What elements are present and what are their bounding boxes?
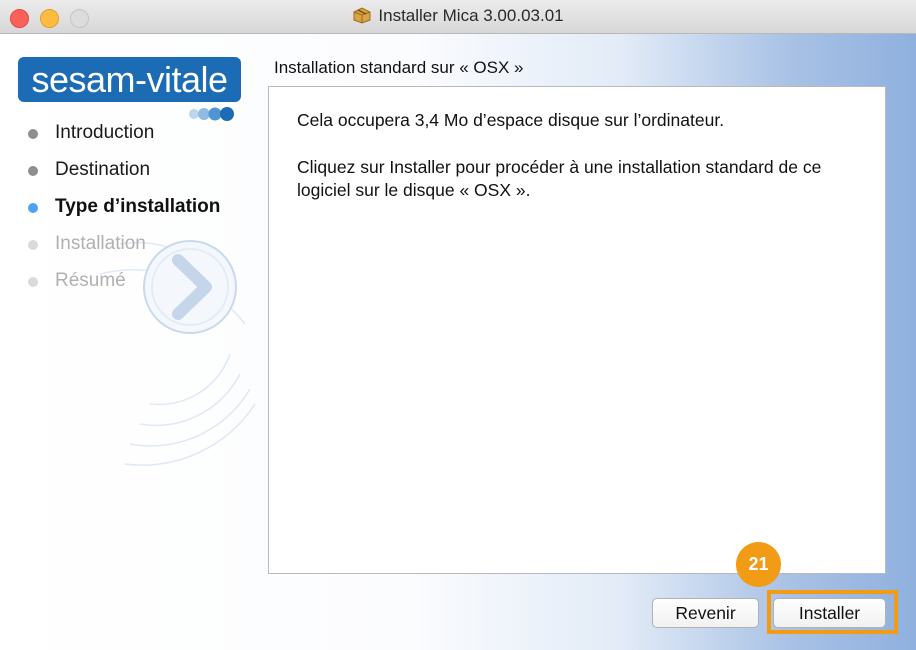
window-title-area: Installer Mica 3.00.03.01 bbox=[0, 6, 916, 26]
section-title: Installation standard sur « OSX » bbox=[274, 58, 524, 77]
step-dot bbox=[28, 240, 38, 250]
install-info-text: Cliquez sur Installer pour procéder à un… bbox=[297, 157, 822, 200]
install-button-highlight bbox=[767, 590, 898, 634]
step-label: Résumé bbox=[55, 270, 126, 291]
step-introduction: Introduction bbox=[0, 120, 260, 146]
step-label: Type d’installation bbox=[55, 196, 221, 217]
step-label: Destination bbox=[55, 159, 151, 180]
step-dot bbox=[28, 129, 38, 139]
step-dot bbox=[28, 166, 38, 176]
step-installation: Installation bbox=[0, 231, 260, 257]
step-label: Installation bbox=[55, 233, 146, 254]
step-dot bbox=[28, 277, 38, 287]
disk-space-text: Cela occupera 3,4 Mo d’espace disque sur… bbox=[297, 110, 725, 130]
info-panel: Cela occupera 3,4 Mo d’espace disque sur… bbox=[268, 86, 886, 574]
step-installation-type: Type d’installation bbox=[0, 194, 260, 220]
step-number-badge: 21 bbox=[736, 542, 781, 587]
back-button[interactable]: Revenir bbox=[652, 598, 759, 628]
installer-content: sesam-vitale Introduction Destination Ty… bbox=[0, 34, 916, 650]
package-icon bbox=[353, 7, 371, 24]
title-bar[interactable]: Installer Mica 3.00.03.01 bbox=[0, 0, 916, 34]
sesam-vitale-logo: sesam-vitale bbox=[18, 57, 241, 102]
step-dot bbox=[28, 203, 38, 213]
window-title: Installer Mica 3.00.03.01 bbox=[378, 6, 564, 25]
step-summary: Résumé bbox=[0, 268, 260, 294]
step-label: Introduction bbox=[55, 122, 155, 143]
installer-window: Installer Mica 3.00.03.01 sesam-vitale I… bbox=[0, 0, 916, 650]
step-destination: Destination bbox=[0, 157, 260, 183]
